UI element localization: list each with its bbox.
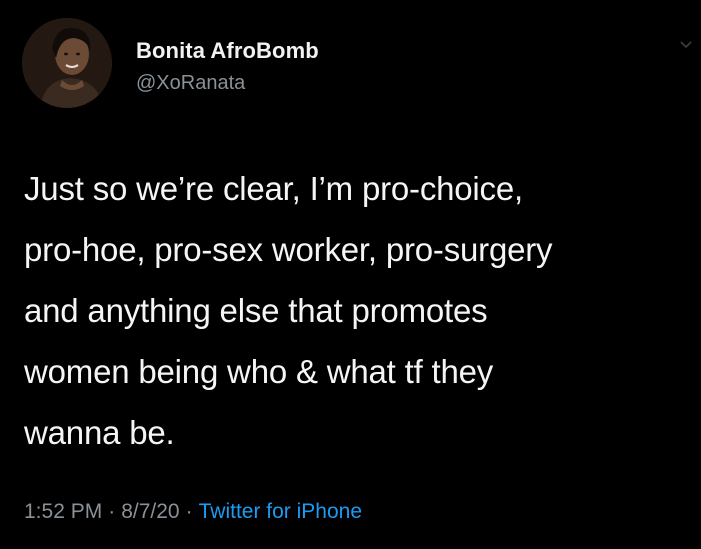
meta-separator: · [108,500,116,523]
avatar-image [22,18,112,108]
author-handle[interactable]: @XoRanata [136,72,245,95]
chevron-down-icon[interactable] [679,38,693,52]
tweet-text-line: Just so we’re clear, I’m pro-choice, [24,170,523,207]
tweet-text: Just so we’re clear, I’m pro-choice, pro… [24,158,684,463]
tweet-text-line: pro-hoe, pro-sex worker, pro-surgery [24,231,553,268]
tweet-text-line: women being who & what tf they [24,353,494,390]
tweet-text-line: wanna be. [24,414,175,451]
tweet-text-line: and anything else that promotes [24,292,488,329]
meta-separator: · [185,500,193,523]
avatar[interactable] [22,18,112,108]
author-display-name[interactable]: Bonita AfroBomb [136,38,319,64]
tweet-date[interactable]: 8/7/20 [121,500,179,523]
tweet-time[interactable]: 1:52 PM [24,500,102,523]
tweet-meta: 1:52 PM · 8/7/20 · Twitter for iPhone [24,500,362,524]
tweet-source-link[interactable]: Twitter for iPhone [199,500,362,523]
tweet-card: Bonita AfroBomb @XoRanata Just so we’re … [0,0,701,549]
